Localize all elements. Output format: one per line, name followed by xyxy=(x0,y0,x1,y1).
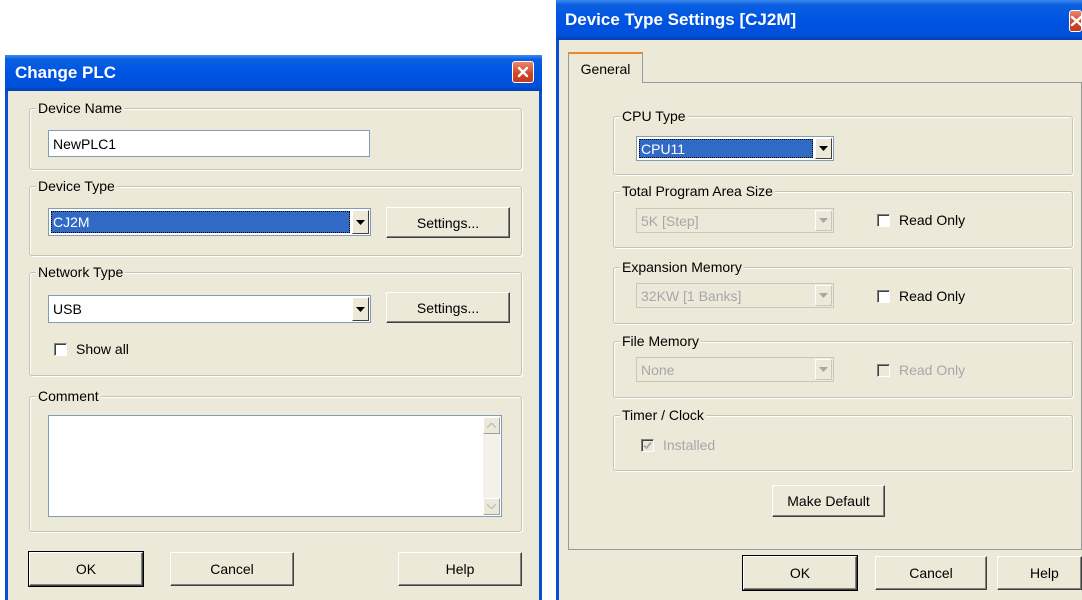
change-plc-cancel-label: Cancel xyxy=(210,561,254,577)
change-plc-cancel-button[interactable]: Cancel xyxy=(170,552,294,586)
change-plc-titlebar[interactable]: Change PLC xyxy=(5,55,542,91)
make-default-button[interactable]: Make Default xyxy=(772,485,885,517)
comment-scrollbar[interactable] xyxy=(483,417,500,515)
dts-titlebar[interactable]: Device Type Settings [CJ2M] xyxy=(556,0,1082,40)
file-memory-value: None xyxy=(641,361,675,378)
dts-help-label: Help xyxy=(1030,565,1059,581)
device-type-settings-button[interactable]: Settings... xyxy=(386,207,510,238)
file-memory-dropdown-arrow[interactable] xyxy=(815,359,832,380)
tab-general-label: General xyxy=(580,60,631,77)
dts-close-button[interactable] xyxy=(1069,10,1082,32)
dts-cancel-button[interactable]: Cancel xyxy=(875,556,987,590)
comment-textarea[interactable] xyxy=(48,415,502,517)
expansion-memory-read-only-box[interactable] xyxy=(877,289,890,303)
make-default-label: Make Default xyxy=(787,493,870,509)
expansion-memory-read-only-checkbox[interactable]: Read Only xyxy=(877,288,965,304)
chevron-down-icon xyxy=(819,367,828,372)
program-area-dropdown-arrow[interactable] xyxy=(815,210,832,231)
network-type-select[interactable]: USB xyxy=(48,295,371,323)
cpu-type-label: CPU Type xyxy=(620,107,688,125)
installed-checkbox[interactable]: Installed xyxy=(641,437,715,453)
change-plc-frame-right xyxy=(539,91,542,600)
dts-ok-label: OK xyxy=(789,565,811,581)
dts-ok-button[interactable]: OK xyxy=(742,555,858,591)
file-memory-read-only-label: Read Only xyxy=(899,362,966,378)
device-type-select[interactable]: CJ2M xyxy=(48,208,371,236)
dts-frame-left xyxy=(556,40,559,600)
program-area-read-only-checkbox[interactable]: Read Only xyxy=(877,212,965,228)
change-plc-help-button[interactable]: Help xyxy=(398,552,522,586)
chevron-down-icon xyxy=(487,504,496,509)
comment-label: Comment xyxy=(36,387,101,405)
chevron-down-icon xyxy=(356,306,365,312)
file-memory-label: File Memory xyxy=(620,332,702,350)
change-plc-dialog: Change PLC Device Name NewPLC1 Device Ty… xyxy=(5,55,542,600)
cpu-type-select[interactable]: CPU11 xyxy=(636,136,834,161)
expansion-memory-value: 32KW [1 Banks] xyxy=(641,287,742,304)
show-all-label: Show all xyxy=(76,341,129,357)
show-all-checkbox-box[interactable] xyxy=(54,342,67,356)
chevron-down-icon xyxy=(819,293,828,298)
program-area-value: 5K [Step] xyxy=(641,212,699,229)
network-type-label: Network Type xyxy=(36,263,126,281)
chevron-down-icon xyxy=(819,146,828,151)
scroll-up-button[interactable] xyxy=(483,417,500,434)
change-plc-close-button[interactable] xyxy=(512,61,534,83)
chevron-down-icon xyxy=(819,218,828,223)
network-type-dropdown-arrow[interactable] xyxy=(352,297,369,321)
device-type-dropdown-arrow[interactable] xyxy=(352,210,369,234)
network-type-settings-label: Settings... xyxy=(416,299,480,316)
close-icon xyxy=(1070,15,1081,27)
file-memory-read-only-checkbox[interactable]: Read Only xyxy=(877,362,965,378)
tab-general[interactable]: General xyxy=(568,52,643,83)
device-type-label: Device Type xyxy=(36,177,117,195)
expansion-memory-dropdown-arrow[interactable] xyxy=(815,285,832,306)
change-plc-title: Change PLC xyxy=(15,63,117,82)
program-area-select[interactable]: 5K [Step] xyxy=(636,208,834,233)
file-memory-read-only-box[interactable] xyxy=(877,363,890,377)
file-memory-select[interactable]: None xyxy=(636,357,834,382)
expansion-memory-select[interactable]: 32KW [1 Banks] xyxy=(636,283,834,308)
dts-title: Device Type Settings [CJ2M] xyxy=(565,10,797,29)
expansion-memory-label: Expansion Memory xyxy=(620,258,744,276)
device-name-value: NewPLC1 xyxy=(53,135,117,152)
dts-cancel-label: Cancel xyxy=(909,565,953,581)
installed-checkbox-box[interactable] xyxy=(641,438,654,452)
device-type-settings-label: Settings... xyxy=(416,214,480,231)
timer-clock-label: Timer / Clock xyxy=(620,406,706,424)
change-plc-ok-label: OK xyxy=(75,561,97,577)
show-all-checkbox[interactable]: Show all xyxy=(54,341,129,357)
change-plc-ok-button[interactable]: OK xyxy=(28,551,144,587)
expansion-memory-read-only-label: Read Only xyxy=(899,288,966,304)
device-type-value: CJ2M xyxy=(51,211,350,233)
change-plc-frame-left xyxy=(5,91,8,600)
device-name-label: Device Name xyxy=(36,99,125,117)
program-area-read-only-label: Read Only xyxy=(899,212,966,228)
installed-label: Installed xyxy=(663,437,716,453)
program-area-read-only-box[interactable] xyxy=(877,213,890,227)
device-type-settings-dialog: Device Type Settings [CJ2M] General CPU … xyxy=(556,0,1082,600)
close-icon xyxy=(517,66,529,78)
network-type-value: USB xyxy=(53,301,82,317)
network-type-group: Network Type xyxy=(29,263,522,376)
change-plc-help-label: Help xyxy=(445,561,475,577)
cpu-type-value: CPU11 xyxy=(639,139,813,158)
network-type-settings-button[interactable]: Settings... xyxy=(386,292,510,323)
checkmark-icon xyxy=(643,441,652,449)
cpu-type-dropdown-arrow[interactable] xyxy=(815,138,832,159)
dts-help-button[interactable]: Help xyxy=(997,556,1082,590)
chevron-up-icon xyxy=(487,423,496,428)
program-area-label: Total Program Area Size xyxy=(620,182,775,200)
device-name-input[interactable]: NewPLC1 xyxy=(48,130,370,157)
scroll-down-button[interactable] xyxy=(483,498,500,515)
chevron-down-icon xyxy=(356,219,365,225)
